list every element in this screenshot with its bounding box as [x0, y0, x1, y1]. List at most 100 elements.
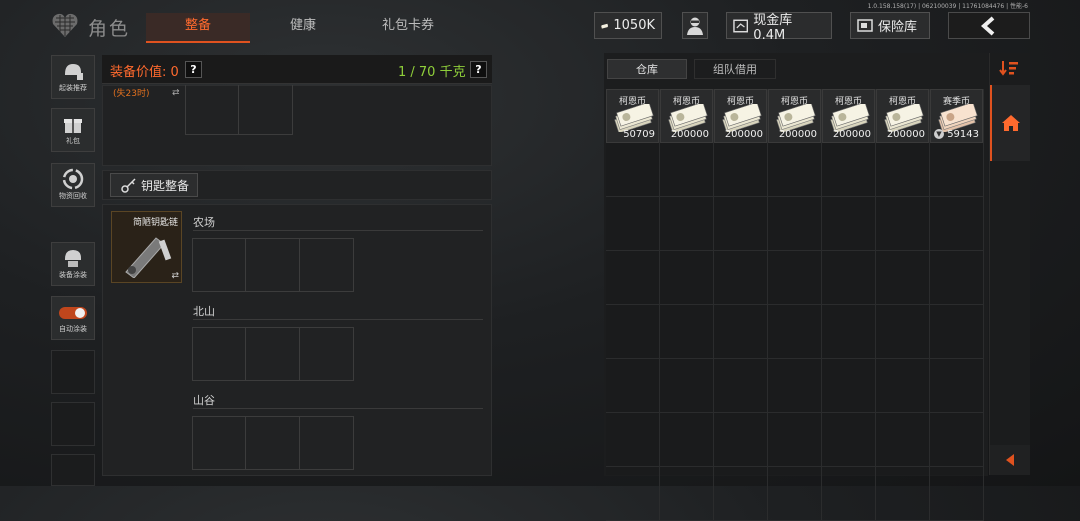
- key-slots-valley[interactable]: [192, 416, 354, 470]
- grid-cell[interactable]: [606, 467, 660, 521]
- grid-cell[interactable]: [714, 413, 768, 467]
- safe-button[interactable]: 保险库: [850, 12, 930, 39]
- grid-cell[interactable]: [714, 251, 768, 305]
- grid-cell[interactable]: [660, 197, 714, 251]
- inventory-item[interactable]: 柯恩币 200000: [822, 89, 875, 143]
- tab-team-borrow[interactable]: 组队借用: [694, 59, 776, 79]
- nav-recycle[interactable]: 物资回收: [51, 163, 95, 207]
- grid-cell[interactable]: [714, 305, 768, 359]
- grid-cell[interactable]: [930, 197, 984, 251]
- item-quantity: 59143: [947, 129, 979, 140]
- grid-cell[interactable]: [876, 413, 930, 467]
- grid-cell[interactable]: [768, 359, 822, 413]
- grid-cell[interactable]: [768, 197, 822, 251]
- currency-display[interactable]: 1050K: [594, 12, 662, 39]
- home-button[interactable]: [990, 85, 1030, 161]
- inventory-item[interactable]: 柯恩币 200000: [768, 89, 821, 143]
- tab-health[interactable]: 健康: [258, 13, 348, 41]
- divider: [193, 408, 483, 409]
- page-title: 角色: [88, 18, 131, 40]
- grid-cell[interactable]: [660, 305, 714, 359]
- grid-cell[interactable]: [660, 143, 714, 197]
- grid-cell[interactable]: [714, 197, 768, 251]
- nav-auto-paint[interactable]: 自动涂装: [51, 296, 95, 340]
- inventory-item[interactable]: 柯恩币 200000: [714, 89, 767, 143]
- key-slots-north-mountain[interactable]: [192, 327, 354, 381]
- inventory-item[interactable]: 柯恩币 200000: [660, 89, 713, 143]
- weight-help-button[interactable]: ?: [470, 61, 487, 78]
- recycle-icon: [62, 168, 84, 190]
- grid-cell[interactable]: [606, 359, 660, 413]
- grid-cell[interactable]: [822, 467, 876, 521]
- item-quantity: 50709: [623, 129, 655, 140]
- nav-recommend-loadout[interactable]: 起装推荐: [51, 55, 95, 99]
- nav-gift[interactable]: 礼包: [51, 108, 95, 152]
- value-help-button[interactable]: ?: [185, 61, 202, 78]
- grid-cell[interactable]: [930, 467, 984, 521]
- tab-warehouse[interactable]: 仓库: [607, 59, 687, 79]
- grid-cell[interactable]: [930, 359, 984, 413]
- sort-icon[interactable]: [999, 60, 1019, 76]
- vault-icon: [733, 19, 749, 32]
- grid-cell[interactable]: [660, 359, 714, 413]
- key-loadout-button[interactable]: 钥匙整备: [110, 173, 198, 197]
- toggle-icon[interactable]: [58, 301, 88, 323]
- tab-gift-vouchers[interactable]: 礼包卡券: [356, 13, 460, 41]
- container-grid[interactable]: [185, 85, 293, 135]
- grid-cell[interactable]: [768, 251, 822, 305]
- swap-icon[interactable]: ⇄: [172, 88, 180, 98]
- grid-cell[interactable]: [660, 413, 714, 467]
- grid-cell[interactable]: [768, 143, 822, 197]
- grid-cell[interactable]: [606, 197, 660, 251]
- character-button[interactable]: [682, 12, 708, 39]
- item-quantity: 200000: [670, 129, 709, 140]
- grid-cell[interactable]: [876, 467, 930, 521]
- grid-cell[interactable]: [660, 467, 714, 521]
- banknote-icon: [722, 104, 762, 132]
- keychain-slot[interactable]: 简陋钥匙链 ⇄: [111, 211, 182, 283]
- grid-cell[interactable]: [822, 305, 876, 359]
- grid-cell[interactable]: [930, 413, 984, 467]
- grid-cell[interactable]: [876, 143, 930, 197]
- banknote-icon: [884, 104, 924, 132]
- grid-cell[interactable]: [606, 143, 660, 197]
- grid-cell[interactable]: [822, 413, 876, 467]
- collapse-button[interactable]: [990, 445, 1030, 475]
- grid-cell[interactable]: [606, 305, 660, 359]
- grid-cell[interactable]: [876, 197, 930, 251]
- warehouse-grid[interactable]: 柯恩币 50709 柯恩币 200000 柯恩币 200000 柯恩币 200000 柯恩币 20…: [606, 89, 984, 521]
- grid-cell[interactable]: [714, 467, 768, 521]
- grid-cell[interactable]: [714, 359, 768, 413]
- inventory-item[interactable]: 赛季币 ▼ 59143: [930, 89, 983, 143]
- cash-vault-label: 现金库 0.4M: [753, 12, 793, 43]
- grid-cell[interactable]: [606, 251, 660, 305]
- key-slots-farm[interactable]: [192, 238, 354, 292]
- grid-cell[interactable]: [606, 413, 660, 467]
- back-button[interactable]: [948, 12, 1030, 39]
- grid-cell[interactable]: [660, 251, 714, 305]
- item-quantity: 200000: [724, 129, 763, 140]
- grid-cell[interactable]: [876, 251, 930, 305]
- grid-cell[interactable]: [822, 251, 876, 305]
- grid-cell[interactable]: [930, 251, 984, 305]
- nav-equipment-paint[interactable]: 装备涂装: [51, 242, 95, 286]
- grid-cell[interactable]: [768, 467, 822, 521]
- grid-cell[interactable]: [768, 413, 822, 467]
- logo-icon: [52, 13, 78, 38]
- cash-icon: [601, 23, 609, 29]
- grid-cell[interactable]: [822, 143, 876, 197]
- inventory-item[interactable]: 柯恩币 200000: [876, 89, 929, 143]
- grid-cell[interactable]: [930, 143, 984, 197]
- cash-vault-button[interactable]: 现金库 0.4M: [726, 12, 832, 43]
- inventory-item[interactable]: 柯恩币 50709: [606, 89, 659, 143]
- grid-cell[interactable]: [822, 197, 876, 251]
- swap-icon[interactable]: ⇄: [171, 271, 179, 281]
- grid-cell[interactable]: [822, 359, 876, 413]
- grid-cell[interactable]: [714, 143, 768, 197]
- grid-cell[interactable]: [876, 305, 930, 359]
- grid-cell[interactable]: [768, 305, 822, 359]
- grid-cell[interactable]: [876, 359, 930, 413]
- grid-cell[interactable]: [930, 305, 984, 359]
- tab-loadout[interactable]: 整备: [146, 13, 250, 43]
- keychain-icon: [125, 237, 172, 278]
